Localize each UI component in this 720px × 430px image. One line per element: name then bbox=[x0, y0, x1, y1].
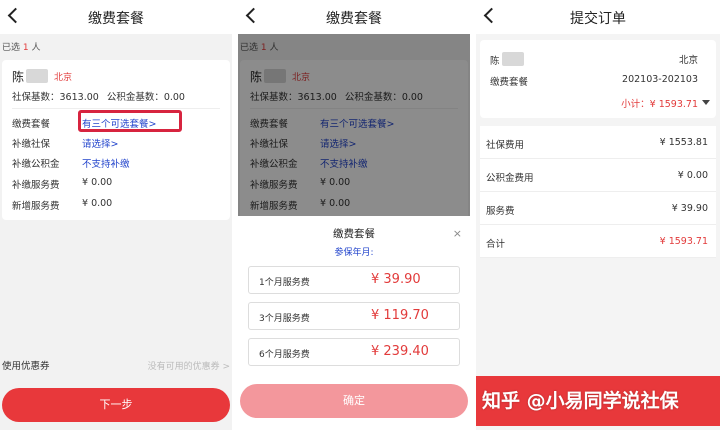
divider bbox=[12, 108, 220, 109]
row-back-social: 补缴社保 请选择> bbox=[12, 134, 224, 152]
social-base-value: 3613.00 bbox=[59, 92, 99, 103]
plan-option[interactable]: 6个月服务费 ¥ 239.40 bbox=[248, 338, 460, 366]
page-title: 提交订单 bbox=[570, 11, 626, 27]
plan-option[interactable]: 3个月服务费 ¥ 119.70 bbox=[248, 302, 460, 330]
plan-option[interactable]: 1个月服务费 ¥ 39.90 bbox=[248, 266, 460, 294]
expand-caret-icon[interactable] bbox=[702, 100, 710, 105]
person-name: 陈 bbox=[12, 68, 49, 85]
order-summary-card: 陈 北京 缴费套餐 202103-202103 小计：¥ 1593.71 bbox=[480, 40, 716, 118]
name-redaction bbox=[26, 69, 49, 83]
selected-suffix: 人 bbox=[31, 43, 41, 53]
row-back-service-fee: 补缴服务费 ¥ 0.00 bbox=[12, 175, 224, 193]
sheet-subtitle: 参保年月: bbox=[334, 248, 374, 258]
fee-value: ¥ 1553.81 bbox=[659, 137, 708, 148]
plan-sheet-screen: 缴费套餐 已选 1 人 陈 北京 社保基数：3613.00 公积金基数：0.00 … bbox=[238, 0, 470, 430]
fee-value: ¥ 0.00 bbox=[677, 170, 708, 181]
total-value: ¥ 1593.71 bbox=[659, 236, 708, 247]
person-city: 北京 bbox=[678, 55, 698, 66]
option-price: ¥ 239.40 bbox=[371, 344, 429, 359]
highlight-box bbox=[78, 110, 182, 132]
page-title: 缴费套餐 bbox=[326, 11, 382, 27]
option-label: 6个月服务费 bbox=[259, 350, 310, 360]
social-base-label: 社保基数： bbox=[12, 92, 60, 103]
back-fund-value: 不支持补缴 bbox=[82, 159, 130, 170]
person-name: 陈 bbox=[490, 52, 524, 67]
page-title: 缴费套餐 bbox=[88, 11, 144, 27]
fee-label: 服务费 bbox=[486, 206, 515, 217]
insured-person-card: 陈 北京 社保基数：3613.00 公积金基数：0.00 缴费套餐 有三个可选套餐… bbox=[2, 60, 230, 220]
selected-number: 1 bbox=[22, 43, 29, 53]
nav-bar: 缴费套餐 bbox=[0, 0, 232, 34]
total-label: 合计 bbox=[486, 239, 506, 250]
close-icon[interactable]: × bbox=[453, 227, 462, 240]
row-plan: 缴费套餐 有三个可选套餐> bbox=[12, 110, 224, 132]
fee-label: 社保费用 bbox=[486, 140, 525, 151]
fund-base-value: 0.00 bbox=[163, 92, 185, 103]
selected-prefix: 已选 bbox=[2, 43, 21, 53]
coupon-label: 使用优惠券 bbox=[2, 361, 50, 372]
fee-row: 公积金费用 ¥ 0.00 bbox=[480, 159, 716, 192]
nav-bar: 提交订单 bbox=[476, 0, 720, 34]
back-service-fee-value: ¥ 0.00 bbox=[82, 177, 113, 188]
person-city: 北京 bbox=[54, 73, 73, 83]
confirm-button[interactable]: 确定 bbox=[240, 384, 468, 418]
sheet-title: 缴费套餐 bbox=[333, 228, 375, 240]
coupon-row[interactable]: 使用优惠券 没有可用的优惠券 > bbox=[0, 352, 232, 376]
option-label: 3个月服务费 bbox=[259, 314, 310, 324]
back-service-fee-label: 补缴服务费 bbox=[12, 180, 60, 191]
back-social-select[interactable]: 请选择> bbox=[82, 136, 118, 150]
fee-row: 服务费 ¥ 39.90 bbox=[480, 192, 716, 225]
fee-label: 公积金费用 bbox=[486, 173, 534, 184]
plan-value: 202103-202103 bbox=[622, 74, 698, 85]
fund-base-label: 公积金基数： bbox=[106, 92, 164, 103]
total-row: 合计 ¥ 1593.71 bbox=[480, 225, 716, 258]
option-label: 1个月服务费 bbox=[259, 278, 310, 288]
fee-value: ¥ 39.90 bbox=[671, 203, 708, 214]
plan-label: 缴费套餐 bbox=[12, 119, 51, 130]
fee-list: 社保费用 ¥ 1553.81 公积金费用 ¥ 0.00 服务费 ¥ 39.90 … bbox=[480, 126, 716, 258]
row-new-service-fee: 新增服务费 ¥ 0.00 bbox=[12, 196, 224, 214]
row-back-fund: 补缴公积金 不支持补缴 bbox=[12, 154, 224, 172]
subtotal: 小计：¥ 1593.71 bbox=[621, 99, 698, 110]
name-redaction bbox=[501, 52, 524, 66]
fee-row: 社保费用 ¥ 1553.81 bbox=[480, 126, 716, 159]
back-social-label: 补缴社保 bbox=[12, 139, 51, 150]
nav-bar: 缴费套餐 bbox=[238, 0, 470, 34]
new-service-fee-value: ¥ 0.00 bbox=[82, 198, 113, 209]
next-button[interactable]: 下一步 bbox=[2, 388, 230, 422]
base-info: 社保基数：3613.00 公积金基数：0.00 bbox=[12, 89, 185, 103]
option-price: ¥ 39.90 bbox=[371, 272, 421, 287]
watermark: 知乎 @小易同学说社保 bbox=[482, 390, 679, 412]
coupon-value: 没有可用的优惠券 > bbox=[147, 362, 230, 372]
plan-label: 缴费套餐 bbox=[490, 77, 529, 88]
modal-overlay[interactable] bbox=[238, 34, 470, 216]
selected-count: 已选 1 人 bbox=[2, 40, 41, 53]
plan-screen: 缴费套餐 已选 1 人 陈 北京 社保基数：3613.00 公积金基数：0.00 … bbox=[0, 0, 232, 430]
new-service-fee-label: 新增服务费 bbox=[12, 201, 60, 212]
back-fund-label: 补缴公积金 bbox=[12, 159, 60, 170]
option-price: ¥ 119.70 bbox=[371, 308, 429, 323]
submit-order-screen: 提交订单 陈 北京 缴费套餐 202103-202103 小计：¥ 1593.7… bbox=[476, 0, 720, 430]
